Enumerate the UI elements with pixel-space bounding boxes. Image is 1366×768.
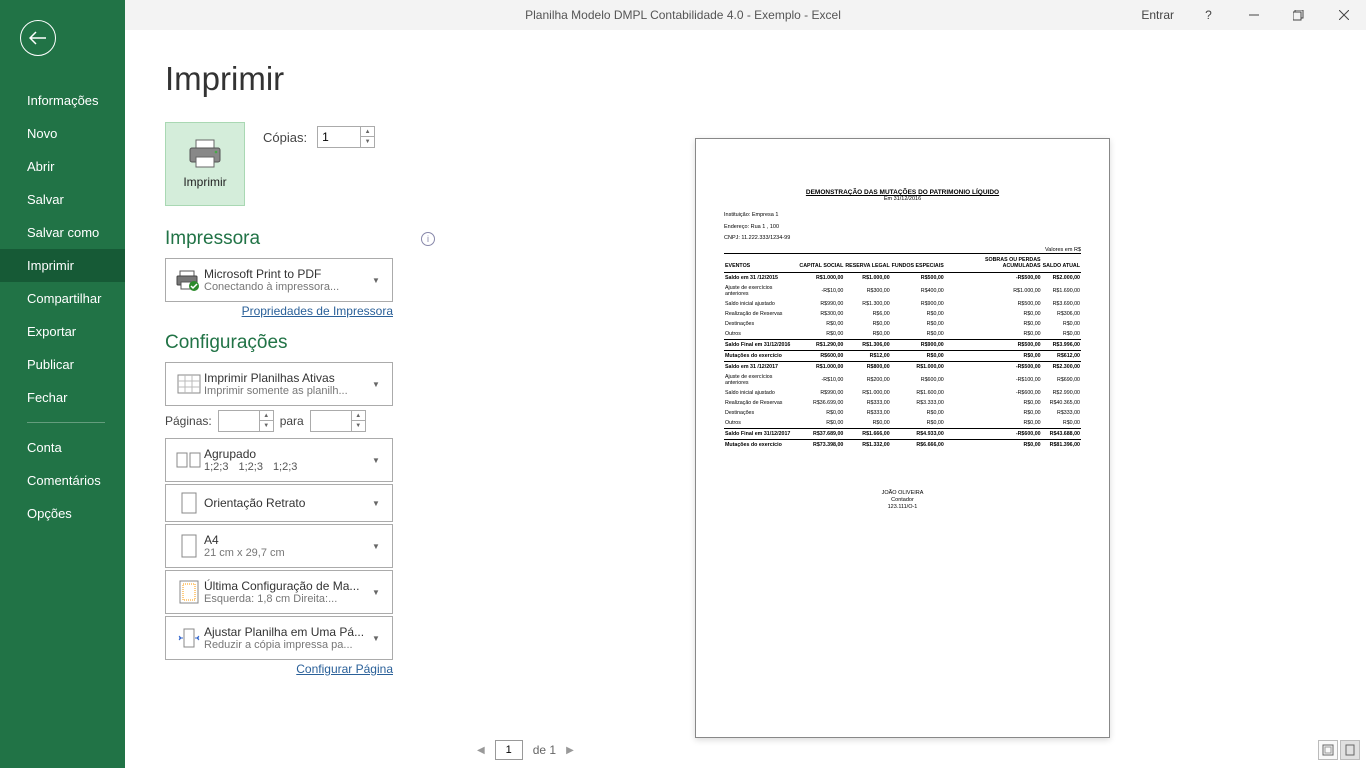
sidebar-item-salvar[interactable]: Salvar <box>0 183 125 216</box>
sidebar-item-abrir[interactable]: Abrir <box>0 150 125 183</box>
printer-status-icon <box>174 269 204 291</box>
pages-from-spinner[interactable]: ▲▼ <box>218 410 274 432</box>
page-setup-link[interactable]: Configurar Página <box>165 662 393 676</box>
copies-spinner[interactable]: ▲ ▼ <box>317 126 375 148</box>
report-date: Em 31/12/2016 <box>724 196 1081 202</box>
copies-label: Cópias: <box>263 130 307 145</box>
paper-dropdown[interactable]: A4 21 cm x 29,7 cm ▼ <box>165 524 393 568</box>
pages-to-input[interactable] <box>311 414 351 428</box>
sidebar-item-exportar[interactable]: Exportar <box>0 315 125 348</box>
preview-pager: ◀ de 1 ▶ <box>477 740 574 760</box>
pager-prev[interactable]: ◀ <box>477 745 485 756</box>
help-button[interactable]: ? <box>1186 0 1231 30</box>
minimize-button[interactable] <box>1231 0 1276 30</box>
backstage-sidebar: InformaçõesNovoAbrirSalvarSalvar comoImp… <box>0 0 125 768</box>
titlebar: Planilha Modelo DMPL Contabilidade 4.0 -… <box>0 0 1366 30</box>
pager-total: de 1 <box>533 743 556 757</box>
print-button[interactable]: Imprimir <box>165 122 245 206</box>
page-title: Imprimir <box>165 60 435 98</box>
info-icon[interactable]: i <box>421 232 435 246</box>
pager-next[interactable]: ▶ <box>566 745 574 756</box>
printer-section-title: Impressora i <box>165 228 435 250</box>
copies-up[interactable]: ▲ <box>360 127 374 137</box>
pager-input[interactable] <box>495 740 523 760</box>
scaling-dropdown[interactable]: Ajustar Planilha em Uma Pá... Reduzir a … <box>165 616 393 660</box>
printer-icon <box>187 139 223 169</box>
print-preview-area: DEMONSTRAÇÃO DAS MUTAÇÕES DO PATRIMONIO … <box>455 30 1366 768</box>
margins-icon <box>174 580 204 604</box>
restore-button[interactable] <box>1276 0 1321 30</box>
sidebar-item-fechar[interactable]: Fechar <box>0 381 125 414</box>
fit-icon <box>174 627 204 649</box>
chevron-down-icon: ▼ <box>372 542 384 551</box>
pages-label: Páginas: <box>165 414 212 428</box>
sidebar-item-imprimir[interactable]: Imprimir <box>0 249 125 282</box>
report-title: DEMONSTRAÇÃO DAS MUTAÇÕES DO PATRIMONIO … <box>724 189 1081 196</box>
chevron-down-icon: ▼ <box>372 588 384 597</box>
sidebar-item-comentários[interactable]: Comentários <box>0 464 125 497</box>
chevron-down-icon: ▼ <box>372 499 384 508</box>
back-button[interactable] <box>20 20 56 56</box>
pages-from-input[interactable] <box>219 414 259 428</box>
print-button-label: Imprimir <box>183 175 226 189</box>
print-what-dropdown[interactable]: Imprimir Planilhas Ativas Imprimir somen… <box>165 362 393 406</box>
copies-down[interactable]: ▼ <box>360 137 374 147</box>
arrow-left-icon <box>29 31 47 45</box>
sheets-icon <box>174 374 204 394</box>
portrait-icon <box>174 492 204 514</box>
copies-input[interactable] <box>318 130 358 144</box>
sidebar-item-opções[interactable]: Opções <box>0 497 125 530</box>
settings-section-title: Configurações <box>165 332 435 354</box>
chevron-down-icon: ▼ <box>372 456 384 465</box>
sidebar-item-publicar[interactable]: Publicar <box>0 348 125 381</box>
sidebar-item-novo[interactable]: Novo <box>0 117 125 150</box>
sidebar-item-conta[interactable]: Conta <box>0 431 125 464</box>
close-button[interactable] <box>1321 0 1366 30</box>
collate-icon <box>174 450 204 470</box>
sign-in-link[interactable]: Entrar <box>1129 8 1186 22</box>
sidebar-item-informações[interactable]: Informações <box>0 84 125 117</box>
sidebar-item-compartilhar[interactable]: Compartilhar <box>0 282 125 315</box>
preview-page: DEMONSTRAÇÃO DAS MUTAÇÕES DO PATRIMONIO … <box>695 138 1110 738</box>
printer-dropdown[interactable]: Microsoft Print to PDF Conectando à impr… <box>165 258 393 302</box>
pages-to-spinner[interactable]: ▲▼ <box>310 410 366 432</box>
chevron-down-icon: ▼ <box>372 276 384 285</box>
margins-dropdown[interactable]: Última Configuração de Ma... Esquerda: 1… <box>165 570 393 614</box>
orientation-dropdown[interactable]: Orientação Retrato ▼ <box>165 484 393 522</box>
zoom-to-page-button[interactable] <box>1340 740 1360 760</box>
printer-status: Conectando à impressora... <box>204 281 372 293</box>
chevron-down-icon: ▼ <box>372 380 384 389</box>
window-title: Planilha Modelo DMPL Contabilidade 4.0 -… <box>525 8 841 22</box>
main-content: Imprimir Imprimir Cópias: ▲ ▼ <box>125 30 1366 768</box>
show-margins-button[interactable] <box>1318 740 1338 760</box>
printer-properties-link[interactable]: Propriedades de Impressora <box>165 304 393 318</box>
chevron-down-icon: ▼ <box>372 634 384 643</box>
printer-name: Microsoft Print to PDF <box>204 267 372 281</box>
collate-dropdown[interactable]: Agrupado 1;2;3 1;2;3 1;2;3 ▼ <box>165 438 393 482</box>
sidebar-item-salvar-como[interactable]: Salvar como <box>0 216 125 249</box>
page-icon <box>174 534 204 558</box>
report-table: EVENTOSCAPITAL SOCIALRESERVA LEGALFUNDOS… <box>724 253 1081 450</box>
report-signature: JOÃO OLIVEIRA Contador 123.111/O-1 <box>724 490 1081 511</box>
pages-to-label: para <box>280 414 304 428</box>
print-controls: Imprimir Imprimir Cópias: ▲ ▼ <box>125 30 455 768</box>
